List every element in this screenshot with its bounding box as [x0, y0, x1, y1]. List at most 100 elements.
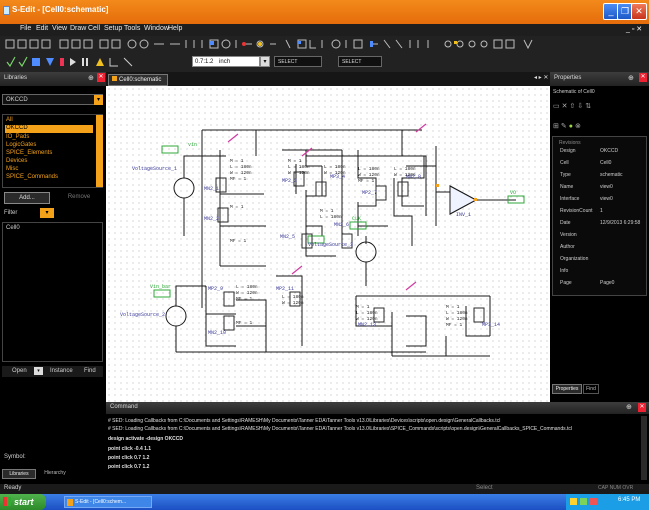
property-row[interactable]: Author	[552, 244, 644, 253]
param-text: M = 1	[446, 304, 460, 310]
tab-find[interactable]: Find	[583, 384, 599, 394]
menu-bar: File Edit View Draw Cell Setup Tools Win…	[0, 24, 649, 36]
libraries-title: Libraries	[4, 75, 28, 81]
menu-tools[interactable]: Tools	[124, 25, 140, 32]
list-item[interactable]: IO_Pads	[6, 134, 29, 140]
units-dropdown-arrow[interactable]: ▾	[260, 56, 270, 67]
select-field-1[interactable]: SELECT	[274, 56, 322, 67]
property-value: view0	[600, 184, 613, 190]
pin-icon[interactable]: ⊕	[88, 74, 94, 82]
menu-setup[interactable]: Setup	[104, 25, 122, 32]
menu-help[interactable]: Help	[168, 25, 182, 32]
property-value: OKCCD	[600, 148, 619, 154]
start-button[interactable]: start	[0, 494, 46, 510]
tab-close-icon[interactable]: ◂ ▸ ✕	[534, 74, 548, 81]
command-scrollbar[interactable]	[641, 416, 647, 480]
transistor-label: MN2_2	[204, 216, 219, 222]
units-value: inch	[219, 59, 231, 65]
property-row[interactable]: Page Page0	[552, 280, 644, 289]
add-library-button[interactable]: Add...	[4, 192, 50, 204]
net-label-clk: CLK	[352, 216, 361, 222]
property-row[interactable]: Info	[552, 268, 644, 277]
properties-view-toggles[interactable]: ⊞✎●⊗	[553, 122, 583, 130]
property-row[interactable]: Date 12/9/2013 6:29:58	[552, 220, 644, 229]
list-item[interactable]: Misc	[6, 166, 18, 172]
param-text: L = 180n	[324, 164, 346, 170]
list-item[interactable]: LogicGates	[6, 142, 36, 148]
library-dropdown[interactable]: OKCCD ▾	[2, 94, 103, 105]
property-value: Cell0	[600, 160, 612, 166]
menu-cell[interactable]: Cell	[88, 25, 100, 32]
filter-dropdown[interactable]: ▾	[40, 208, 54, 218]
find-button[interactable]: Find	[84, 368, 96, 374]
source-label-2: VoltageSource_2	[120, 312, 165, 318]
status-indicators: CAP NUM OVR	[598, 485, 634, 491]
property-value: 1	[600, 208, 603, 214]
menu-edit[interactable]: Edit	[36, 25, 48, 32]
property-value: view0	[600, 196, 613, 202]
symbol-label: Symbol:	[4, 454, 26, 460]
property-row[interactable]: Type schematic	[552, 172, 644, 181]
library-list-scrollbar[interactable]	[96, 115, 103, 187]
menu-file[interactable]: File	[20, 25, 31, 32]
property-row[interactable]: Organization	[552, 256, 644, 265]
properties-toolbar[interactable]: ▭✕⇧⇩⇅	[553, 102, 593, 110]
menu-draw[interactable]: Draw	[70, 25, 86, 32]
list-item[interactable]: SPICE_Elements	[6, 150, 52, 156]
param-text: L = 180n	[446, 310, 468, 316]
close-panel-icon[interactable]: ✕	[639, 73, 647, 82]
param-text: MF = 1	[230, 176, 247, 182]
property-key: Author	[560, 244, 575, 250]
taskbar-item-sedit[interactable]: S-Edit - [Cell0:schem...	[64, 496, 152, 508]
schematic-canvas[interactable]: VoltageSource_1 VoltageSource_3 VoltageS…	[106, 86, 550, 402]
list-item-selected[interactable]: OKCCD	[5, 125, 93, 133]
tab-libraries[interactable]: Libraries	[2, 469, 36, 479]
param-text: M = 1	[230, 204, 244, 210]
menu-window[interactable]: Window	[144, 25, 169, 32]
command-output-line: design activate -design OKCCD	[108, 436, 184, 442]
command-output-line: # SED: Loading Callbacks from C:\Documen…	[108, 426, 573, 432]
property-row[interactable]: Version	[552, 232, 644, 241]
tab-hierarchy[interactable]: Hierarchy	[38, 469, 72, 479]
property-key: Interface	[560, 196, 580, 202]
open-button[interactable]: Open	[12, 368, 27, 374]
list-item[interactable]: Devices	[6, 158, 27, 164]
command-output-line: point click -0.4 1.1	[108, 446, 152, 452]
remove-library-button[interactable]: Remove	[56, 192, 102, 204]
list-item[interactable]: SPICE_Commands	[6, 174, 58, 180]
menu-view[interactable]: View	[52, 25, 67, 32]
property-row[interactable]: Cell Cell0	[552, 160, 644, 169]
property-row[interactable]: RevisionCount 1	[552, 208, 644, 217]
tray-icon[interactable]	[570, 498, 577, 505]
command-title: Command	[110, 404, 138, 410]
toolbar-icons-row2[interactable]	[6, 56, 156, 68]
open-dropdown-icon[interactable]: ▾	[34, 367, 43, 375]
command-output-line: # SED: Loading Callbacks from C:\Documen…	[108, 418, 501, 424]
param-text: MF = 1	[230, 238, 247, 244]
net-label-out: VO	[510, 190, 516, 196]
pin-icon[interactable]: ⊕	[626, 403, 632, 411]
tab-properties[interactable]: Properties	[552, 384, 582, 394]
transistor-label: MN2_10	[208, 330, 226, 336]
properties-title: Properties	[554, 75, 582, 81]
close-panel-icon[interactable]: ✕	[97, 73, 105, 82]
property-row[interactable]: Interface view0	[552, 196, 644, 205]
zoom-value: 0.7:1.2	[195, 59, 214, 65]
cell-list-item[interactable]: Cell0	[6, 225, 20, 231]
zoom-combo[interactable]: 0.7:1.2 inch	[192, 56, 260, 67]
instance-button[interactable]: Instance	[50, 368, 73, 374]
tray-icon[interactable]	[590, 498, 597, 505]
taskbar-item-label: S-Edit - [Cell0:schem...	[75, 499, 127, 505]
select-field-2[interactable]: SELECT	[338, 56, 382, 67]
list-item[interactable]: All	[6, 117, 13, 123]
close-panel-icon[interactable]: ✕	[638, 403, 646, 412]
property-row[interactable]: Name view0	[552, 184, 644, 193]
mdi-controls[interactable]: _ ▫ ✕	[626, 25, 642, 33]
tray-icon[interactable]	[580, 498, 587, 505]
toolbar-icons-row1[interactable]	[4, 38, 564, 50]
tab-cell0-schematic[interactable]: Cell0:schematic	[108, 74, 168, 86]
param-text: W = 120n	[236, 290, 258, 296]
pin-icon[interactable]: ⊕	[628, 74, 634, 82]
property-row[interactable]: Design OKCCD	[552, 148, 644, 157]
close-button[interactable]: ✕	[631, 3, 647, 20]
